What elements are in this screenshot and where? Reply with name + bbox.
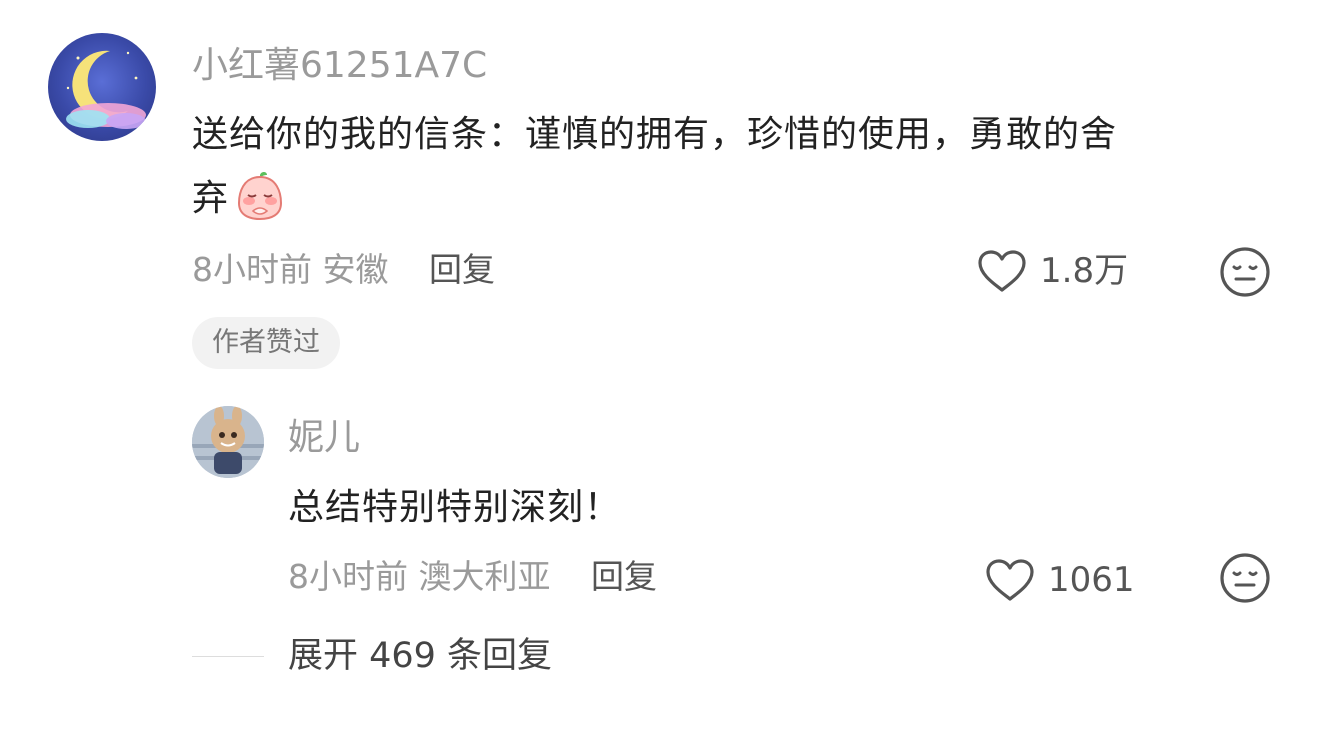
expand-replies-button[interactable]: 展开 469 条回复 (288, 634, 552, 678)
heart-outline-icon (978, 250, 1026, 292)
reply-time: 8小时前 (288, 557, 408, 596)
expand-divider (192, 656, 264, 657)
reply-button[interactable]: 回复 (429, 250, 495, 289)
toy-avatar-image (192, 406, 264, 478)
comment-meta: 8小时前 安徽 回复 (192, 248, 495, 292)
comment-location: 安徽 (322, 250, 389, 289)
neutral-face-icon[interactable] (1219, 552, 1271, 604)
reply-reply-button[interactable]: 回复 (591, 557, 657, 596)
like-button[interactable]: 1.8万 (976, 248, 1128, 294)
reply-like-count: 1061 (1048, 560, 1135, 600)
heart-outline-icon (986, 559, 1034, 601)
reply-avatar[interactable] (192, 406, 264, 478)
comment-text-line2: 弃 (192, 178, 230, 219)
comment-time: 8小时前 (192, 250, 312, 289)
comment-text-line1: 送给你的我的信条：谨慎的拥有，珍惜的使用，勇敢的舍 (192, 114, 1118, 155)
reply-like-button[interactable]: 1061 (984, 557, 1135, 603)
author-liked-badge: 作者赞过 (192, 317, 340, 369)
comment-thread: 小红薯61251A7C 送给你的我的信条：谨慎的拥有，珍惜的使用，勇敢的舍 弃 … (0, 0, 1320, 748)
reply-text: 总结特别特别深刻！ (288, 487, 622, 528)
comment-text: 送给你的我的信条：谨慎的拥有，珍惜的使用，勇敢的舍 弃 (192, 103, 1272, 231)
comment-username[interactable]: 小红薯61251A7C (192, 44, 487, 88)
reply-username[interactable]: 妮儿 (288, 416, 360, 460)
reply-location: 澳大利亚 (418, 557, 551, 596)
blushing-peach-emoji-icon (233, 169, 287, 223)
neutral-face-icon[interactable] (1219, 246, 1271, 298)
avatar[interactable] (48, 33, 156, 141)
like-count: 1.8万 (1040, 251, 1129, 291)
moon-avatar-image (66, 50, 146, 129)
reply-meta: 8小时前 澳大利亚 回复 (288, 555, 657, 599)
